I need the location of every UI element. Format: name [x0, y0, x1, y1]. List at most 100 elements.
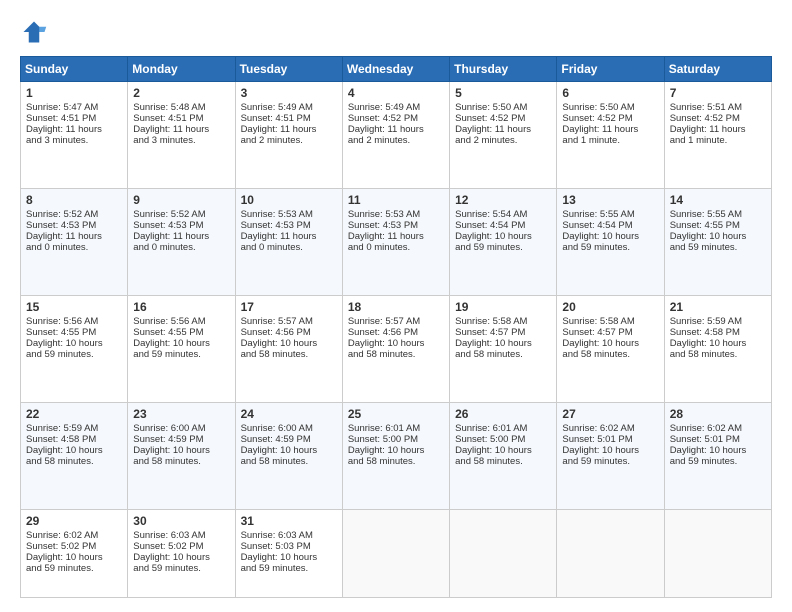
day-number: 27: [562, 407, 658, 421]
day-info-line: and 1 minute.: [670, 135, 766, 146]
day-info-line: Sunset: 4:54 PM: [562, 220, 658, 231]
day-info-line: Daylight: 11 hours: [241, 124, 337, 135]
day-info-line: Daylight: 10 hours: [670, 445, 766, 456]
calendar-week-row: 15Sunrise: 5:56 AMSunset: 4:55 PMDayligh…: [21, 296, 772, 403]
calendar-cell: 26Sunrise: 6:01 AMSunset: 5:00 PMDayligh…: [450, 403, 557, 510]
day-info-line: Daylight: 10 hours: [348, 338, 444, 349]
day-info-line: and 58 minutes.: [26, 456, 122, 467]
calendar-cell: 3Sunrise: 5:49 AMSunset: 4:51 PMDaylight…: [235, 82, 342, 189]
day-info-line: and 58 minutes.: [348, 456, 444, 467]
day-info-line: Sunrise: 5:54 AM: [455, 209, 551, 220]
day-info-line: Daylight: 10 hours: [562, 338, 658, 349]
day-number: 2: [133, 86, 229, 100]
day-info-line: Daylight: 10 hours: [562, 231, 658, 242]
day-info-line: Sunset: 4:56 PM: [348, 327, 444, 338]
logo-icon: [20, 18, 48, 46]
day-info-line: Sunset: 4:58 PM: [26, 434, 122, 445]
day-number: 24: [241, 407, 337, 421]
day-info-line: Sunset: 4:52 PM: [670, 113, 766, 124]
day-info-line: Sunset: 4:53 PM: [241, 220, 337, 231]
day-info-line: Sunset: 4:55 PM: [26, 327, 122, 338]
calendar-cell: 16Sunrise: 5:56 AMSunset: 4:55 PMDayligh…: [128, 296, 235, 403]
day-number: 23: [133, 407, 229, 421]
calendar-cell: 29Sunrise: 6:02 AMSunset: 5:02 PMDayligh…: [21, 510, 128, 598]
day-info-line: Sunrise: 5:59 AM: [670, 316, 766, 327]
day-number: 16: [133, 300, 229, 314]
day-info-line: and 59 minutes.: [133, 349, 229, 360]
calendar-table: SundayMondayTuesdayWednesdayThursdayFrid…: [20, 56, 772, 598]
day-info-line: Sunrise: 5:49 AM: [348, 102, 444, 113]
day-info-line: Sunrise: 5:58 AM: [562, 316, 658, 327]
calendar-cell: 4Sunrise: 5:49 AMSunset: 4:52 PMDaylight…: [342, 82, 449, 189]
calendar-cell: [664, 510, 771, 598]
day-info-line: Daylight: 11 hours: [348, 231, 444, 242]
day-number: 3: [241, 86, 337, 100]
day-info-line: Sunrise: 5:56 AM: [133, 316, 229, 327]
day-number: 6: [562, 86, 658, 100]
calendar-cell: 14Sunrise: 5:55 AMSunset: 4:55 PMDayligh…: [664, 189, 771, 296]
day-info-line: Sunrise: 5:51 AM: [670, 102, 766, 113]
day-info-line: Sunset: 4:57 PM: [562, 327, 658, 338]
day-number: 7: [670, 86, 766, 100]
day-info-line: Sunset: 4:59 PM: [133, 434, 229, 445]
day-info-line: and 58 minutes.: [455, 349, 551, 360]
day-info-line: Daylight: 11 hours: [241, 231, 337, 242]
day-info-line: and 2 minutes.: [241, 135, 337, 146]
day-info-line: Sunrise: 5:55 AM: [562, 209, 658, 220]
calendar-cell: 15Sunrise: 5:56 AMSunset: 4:55 PMDayligh…: [21, 296, 128, 403]
day-info-line: Sunrise: 5:59 AM: [26, 423, 122, 434]
day-number: 30: [133, 514, 229, 528]
day-info-line: and 59 minutes.: [26, 349, 122, 360]
day-info-line: Daylight: 10 hours: [26, 445, 122, 456]
day-info-line: Daylight: 11 hours: [26, 124, 122, 135]
day-info-line: and 58 minutes.: [348, 349, 444, 360]
day-info-line: Sunset: 5:02 PM: [133, 541, 229, 552]
weekday-header-thursday: Thursday: [450, 57, 557, 82]
day-number: 8: [26, 193, 122, 207]
day-info-line: Sunrise: 5:57 AM: [241, 316, 337, 327]
day-number: 10: [241, 193, 337, 207]
day-number: 18: [348, 300, 444, 314]
day-info-line: Sunrise: 6:01 AM: [455, 423, 551, 434]
day-info-line: and 3 minutes.: [26, 135, 122, 146]
calendar-cell: 21Sunrise: 5:59 AMSunset: 4:58 PMDayligh…: [664, 296, 771, 403]
calendar-cell: 18Sunrise: 5:57 AMSunset: 4:56 PMDayligh…: [342, 296, 449, 403]
day-info-line: Sunrise: 6:02 AM: [562, 423, 658, 434]
day-info-line: Daylight: 10 hours: [670, 338, 766, 349]
calendar-cell: [450, 510, 557, 598]
day-info-line: Sunrise: 5:52 AM: [133, 209, 229, 220]
day-info-line: Daylight: 11 hours: [562, 124, 658, 135]
calendar-week-row: 22Sunrise: 5:59 AMSunset: 4:58 PMDayligh…: [21, 403, 772, 510]
day-info-line: Daylight: 11 hours: [133, 231, 229, 242]
day-number: 26: [455, 407, 551, 421]
day-info-line: Sunrise: 5:56 AM: [26, 316, 122, 327]
day-info-line: Sunset: 4:52 PM: [562, 113, 658, 124]
day-number: 5: [455, 86, 551, 100]
day-info-line: and 0 minutes.: [133, 242, 229, 253]
calendar-cell: 19Sunrise: 5:58 AMSunset: 4:57 PMDayligh…: [450, 296, 557, 403]
calendar-cell: 9 Sunrise: 5:52 AMSunset: 4:53 PMDaylight…: [128, 189, 235, 296]
day-info-line: Sunset: 4:55 PM: [670, 220, 766, 231]
day-info-line: Sunrise: 5:53 AM: [348, 209, 444, 220]
weekday-header-saturday: Saturday: [664, 57, 771, 82]
calendar-week-row: 1Sunrise: 5:47 AMSunset: 4:51 PMDaylight…: [21, 82, 772, 189]
day-info-line: Sunset: 4:58 PM: [670, 327, 766, 338]
day-info-line: Sunrise: 6:03 AM: [241, 530, 337, 541]
day-info-line: and 59 minutes.: [670, 242, 766, 253]
day-info-line: Sunset: 4:53 PM: [133, 220, 229, 231]
calendar-cell: 22Sunrise: 5:59 AMSunset: 4:58 PMDayligh…: [21, 403, 128, 510]
day-info-line: Sunrise: 5:47 AM: [26, 102, 122, 113]
day-number: 4: [348, 86, 444, 100]
day-number: 9: [133, 193, 229, 207]
day-info-line: and 59 minutes.: [562, 456, 658, 467]
weekday-header-wednesday: Wednesday: [342, 57, 449, 82]
day-info-line: Sunrise: 5:52 AM: [26, 209, 122, 220]
calendar-cell: 12Sunrise: 5:54 AMSunset: 4:54 PMDayligh…: [450, 189, 557, 296]
day-info-line: Sunrise: 6:00 AM: [241, 423, 337, 434]
day-info-line: Sunset: 4:57 PM: [455, 327, 551, 338]
day-info-line: Daylight: 10 hours: [133, 445, 229, 456]
calendar-cell: [557, 510, 664, 598]
calendar-cell: 1Sunrise: 5:47 AMSunset: 4:51 PMDaylight…: [21, 82, 128, 189]
day-info-line: Sunset: 4:59 PM: [241, 434, 337, 445]
day-info-line: Sunrise: 6:01 AM: [348, 423, 444, 434]
